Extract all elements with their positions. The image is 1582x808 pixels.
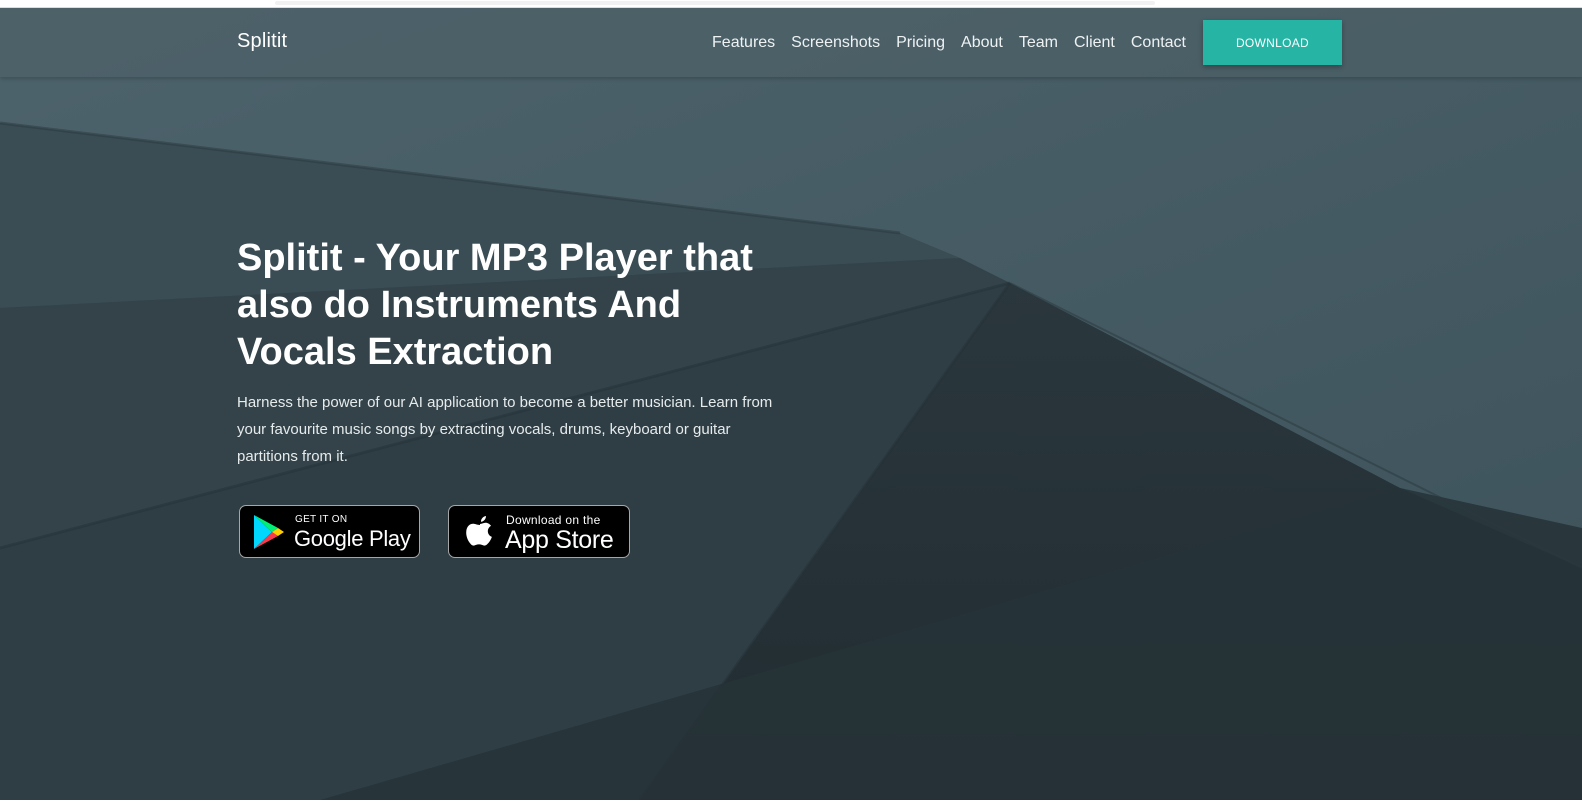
app-store-badge[interactable]: Download on the App Store — [448, 505, 630, 558]
apple-badge-small-text: Download on the — [506, 513, 601, 527]
browser-top-strip — [0, 0, 1582, 8]
top-navbar: Splitit Features Screenshots Pricing Abo… — [0, 8, 1582, 77]
nav-link-screenshots[interactable]: Screenshots — [791, 34, 880, 52]
apple-icon — [466, 516, 492, 546]
nav-link-about[interactable]: About — [961, 34, 1003, 52]
google-play-icon — [254, 515, 284, 549]
hero-description: Harness the power of our AI application … — [237, 394, 773, 465]
hero-title: Splitit - Your MP3 Player that also do I… — [237, 237, 753, 373]
nav-link-team[interactable]: Team — [1019, 34, 1058, 52]
nav-link-client[interactable]: Client — [1074, 34, 1115, 52]
apple-badge-big-text: App Store — [505, 526, 614, 554]
download-button[interactable]: DOWNLOAD — [1203, 20, 1342, 65]
browser-tab-bar — [275, 1, 1155, 5]
nav-link-pricing[interactable]: Pricing — [896, 34, 945, 52]
nav-link-contact[interactable]: Contact — [1131, 34, 1186, 52]
brand-logo-text[interactable]: Splitit — [237, 30, 287, 53]
google-badge-big-text: Google Play — [294, 526, 411, 551]
nav-link-features[interactable]: Features — [712, 34, 775, 52]
google-play-badge[interactable]: GET IT ON Google Play — [239, 505, 420, 558]
google-badge-small-text: GET IT ON — [295, 514, 348, 525]
nav-links: Features Screenshots Pricing About Team … — [712, 8, 1186, 77]
hero-section: Splitit Features Screenshots Pricing Abo… — [0, 8, 1582, 800]
